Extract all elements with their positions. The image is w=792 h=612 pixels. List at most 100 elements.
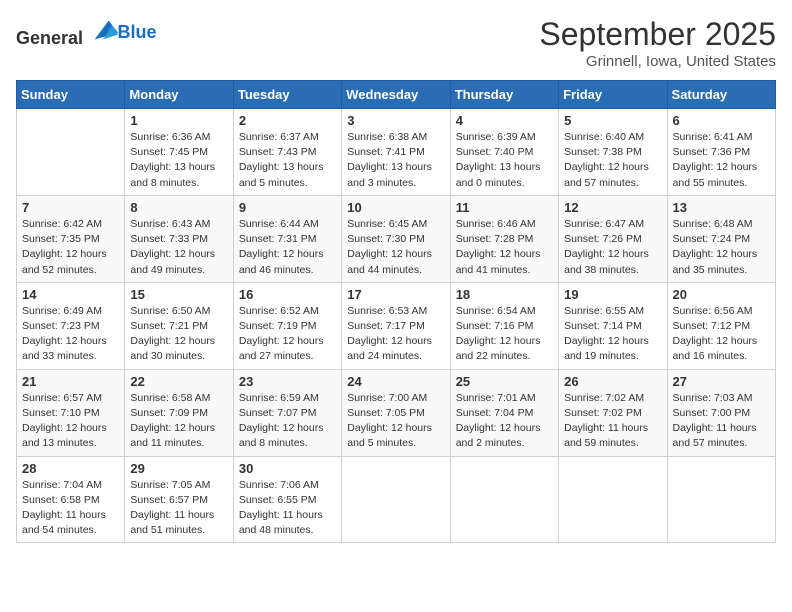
day-number: 29	[130, 461, 227, 476]
calendar-cell: 26 Sunrise: 7:02 AM Sunset: 7:02 PM Dayli…	[559, 369, 667, 456]
day-info: Sunrise: 7:03 AM Sunset: 7:00 PM Dayligh…	[673, 391, 770, 452]
calendar-cell: 17Sunrise: 6:53 AM Sunset: 7:17 PM Dayli…	[342, 282, 450, 369]
day-info: Sunrise: 6:56 AM Sunset: 7:12 PM Dayligh…	[673, 304, 770, 365]
day-info: Sunrise: 7:04 AM Sunset: 6:58 PM Dayligh…	[22, 478, 119, 539]
calendar-cell: 2 Sunrise: 6:37 AM Sunset: 7:43 PM Daylig…	[233, 109, 341, 196]
day-number: 14	[22, 287, 119, 302]
day-info: Sunrise: 7:02 AM Sunset: 7:02 PM Dayligh…	[564, 391, 661, 452]
calendar-header-thursday: Thursday	[450, 81, 558, 109]
day-info: Sunrise: 6:55 AM Sunset: 7:14 PM Dayligh…	[564, 304, 661, 365]
page-header: General Blue September 2025 Grinnell, Io…	[16, 16, 776, 70]
day-number: 23	[239, 374, 336, 389]
calendar-cell: 15Sunrise: 6:50 AM Sunset: 7:21 PM Dayli…	[125, 282, 233, 369]
calendar-cell	[667, 456, 775, 543]
day-number: 7	[22, 200, 119, 215]
day-info: Sunrise: 6:48 AM Sunset: 7:24 PM Dayligh…	[673, 217, 770, 278]
calendar-cell: 21 Sunrise: 6:57 AM Sunset: 7:10 PM Dayli…	[17, 369, 125, 456]
day-number: 21	[22, 374, 119, 389]
day-info: Sunrise: 6:36 AM Sunset: 7:45 PM Dayligh…	[130, 130, 227, 191]
calendar-week-row: 21 Sunrise: 6:57 AM Sunset: 7:10 PM Dayli…	[17, 369, 776, 456]
day-info: Sunrise: 6:47 AM Sunset: 7:26 PM Dayligh…	[564, 217, 661, 278]
calendar-cell: 25 Sunrise: 7:01 AM Sunset: 7:04 PM Dayli…	[450, 369, 558, 456]
day-number: 1	[130, 113, 227, 128]
logo-icon	[90, 16, 118, 44]
calendar-cell: 3 Sunrise: 6:38 AM Sunset: 7:41 PM Daylig…	[342, 109, 450, 196]
day-info: Sunrise: 6:39 AM Sunset: 7:40 PM Dayligh…	[456, 130, 553, 191]
day-info: Sunrise: 7:00 AM Sunset: 7:05 PM Dayligh…	[347, 391, 444, 452]
day-info: Sunrise: 6:45 AM Sunset: 7:30 PM Dayligh…	[347, 217, 444, 278]
calendar-cell: 23Sunrise: 6:59 AM Sunset: 7:07 PM Dayli…	[233, 369, 341, 456]
day-info: Sunrise: 6:37 AM Sunset: 7:43 PM Dayligh…	[239, 130, 336, 191]
calendar-cell	[559, 456, 667, 543]
day-info: Sunrise: 6:41 AM Sunset: 7:36 PM Dayligh…	[673, 130, 770, 191]
day-info: Sunrise: 6:46 AM Sunset: 7:28 PM Dayligh…	[456, 217, 553, 278]
day-number: 15	[130, 287, 227, 302]
day-info: Sunrise: 6:53 AM Sunset: 7:17 PM Dayligh…	[347, 304, 444, 365]
logo-general: General	[16, 28, 83, 48]
day-info: Sunrise: 6:57 AM Sunset: 7:10 PM Dayligh…	[22, 391, 119, 452]
calendar-cell: 20Sunrise: 6:56 AM Sunset: 7:12 PM Dayli…	[667, 282, 775, 369]
calendar-cell: 16 Sunrise: 6:52 AM Sunset: 7:19 PM Dayli…	[233, 282, 341, 369]
calendar-cell: 4 Sunrise: 6:39 AM Sunset: 7:40 PM Daylig…	[450, 109, 558, 196]
day-number: 28	[22, 461, 119, 476]
calendar-cell: 6 Sunrise: 6:41 AM Sunset: 7:36 PM Daylig…	[667, 109, 775, 196]
day-info: Sunrise: 6:38 AM Sunset: 7:41 PM Dayligh…	[347, 130, 444, 191]
calendar-header-friday: Friday	[559, 81, 667, 109]
calendar-cell	[17, 109, 125, 196]
calendar-week-row: 1 Sunrise: 6:36 AM Sunset: 7:45 PM Daylig…	[17, 109, 776, 196]
calendar-cell: 7 Sunrise: 6:42 AM Sunset: 7:35 PM Daylig…	[17, 195, 125, 282]
calendar-cell: 8Sunrise: 6:43 AM Sunset: 7:33 PM Daylig…	[125, 195, 233, 282]
calendar-cell: 24 Sunrise: 7:00 AM Sunset: 7:05 PM Dayli…	[342, 369, 450, 456]
day-number: 26	[564, 374, 661, 389]
calendar-cell: 18Sunrise: 6:54 AM Sunset: 7:16 PM Dayli…	[450, 282, 558, 369]
calendar-header-wednesday: Wednesday	[342, 81, 450, 109]
day-info: Sunrise: 7:01 AM Sunset: 7:04 PM Dayligh…	[456, 391, 553, 452]
calendar-cell: 1 Sunrise: 6:36 AM Sunset: 7:45 PM Daylig…	[125, 109, 233, 196]
day-number: 3	[347, 113, 444, 128]
calendar-header-row: SundayMondayTuesdayWednesdayThursdayFrid…	[17, 81, 776, 109]
location-title: Grinnell, Iowa, United States	[539, 53, 776, 70]
day-number: 10	[347, 200, 444, 215]
calendar-header-monday: Monday	[125, 81, 233, 109]
day-number: 27	[673, 374, 770, 389]
calendar-cell: 30Sunrise: 7:06 AM Sunset: 6:55 PM Dayli…	[233, 456, 341, 543]
day-info: Sunrise: 6:52 AM Sunset: 7:19 PM Dayligh…	[239, 304, 336, 365]
day-number: 9	[239, 200, 336, 215]
day-number: 6	[673, 113, 770, 128]
logo: General Blue	[16, 16, 157, 49]
day-info: Sunrise: 6:43 AM Sunset: 7:33 PM Dayligh…	[130, 217, 227, 278]
calendar-cell: 11 Sunrise: 6:46 AM Sunset: 7:28 PM Dayli…	[450, 195, 558, 282]
day-number: 5	[564, 113, 661, 128]
calendar-header-saturday: Saturday	[667, 81, 775, 109]
day-number: 16	[239, 287, 336, 302]
calendar-week-row: 14 Sunrise: 6:49 AM Sunset: 7:23 PM Dayli…	[17, 282, 776, 369]
calendar-cell: 22Sunrise: 6:58 AM Sunset: 7:09 PM Dayli…	[125, 369, 233, 456]
calendar-cell: 27 Sunrise: 7:03 AM Sunset: 7:00 PM Dayli…	[667, 369, 775, 456]
logo-blue: Blue	[118, 22, 157, 42]
day-info: Sunrise: 6:49 AM Sunset: 7:23 PM Dayligh…	[22, 304, 119, 365]
day-number: 12	[564, 200, 661, 215]
calendar-cell: 5 Sunrise: 6:40 AM Sunset: 7:38 PM Daylig…	[559, 109, 667, 196]
day-number: 11	[456, 200, 553, 215]
day-number: 19	[564, 287, 661, 302]
day-number: 13	[673, 200, 770, 215]
calendar-cell: 14 Sunrise: 6:49 AM Sunset: 7:23 PM Dayli…	[17, 282, 125, 369]
calendar-cell: 9 Sunrise: 6:44 AM Sunset: 7:31 PM Daylig…	[233, 195, 341, 282]
title-block: September 2025 Grinnell, Iowa, United St…	[539, 16, 776, 70]
calendar-cell: 13 Sunrise: 6:48 AM Sunset: 7:24 PM Dayli…	[667, 195, 775, 282]
day-number: 25	[456, 374, 553, 389]
day-info: Sunrise: 6:42 AM Sunset: 7:35 PM Dayligh…	[22, 217, 119, 278]
calendar-cell: 28 Sunrise: 7:04 AM Sunset: 6:58 PM Dayli…	[17, 456, 125, 543]
day-info: Sunrise: 6:44 AM Sunset: 7:31 PM Dayligh…	[239, 217, 336, 278]
calendar-week-row: 7 Sunrise: 6:42 AM Sunset: 7:35 PM Daylig…	[17, 195, 776, 282]
calendar-cell: 19 Sunrise: 6:55 AM Sunset: 7:14 PM Dayli…	[559, 282, 667, 369]
calendar-cell: 29 Sunrise: 7:05 AM Sunset: 6:57 PM Dayli…	[125, 456, 233, 543]
calendar-week-row: 28 Sunrise: 7:04 AM Sunset: 6:58 PM Dayli…	[17, 456, 776, 543]
day-number: 4	[456, 113, 553, 128]
month-title: September 2025	[539, 16, 776, 53]
day-number: 24	[347, 374, 444, 389]
day-info: Sunrise: 7:05 AM Sunset: 6:57 PM Dayligh…	[130, 478, 227, 539]
day-number: 2	[239, 113, 336, 128]
calendar-header-tuesday: Tuesday	[233, 81, 341, 109]
day-info: Sunrise: 6:40 AM Sunset: 7:38 PM Dayligh…	[564, 130, 661, 191]
